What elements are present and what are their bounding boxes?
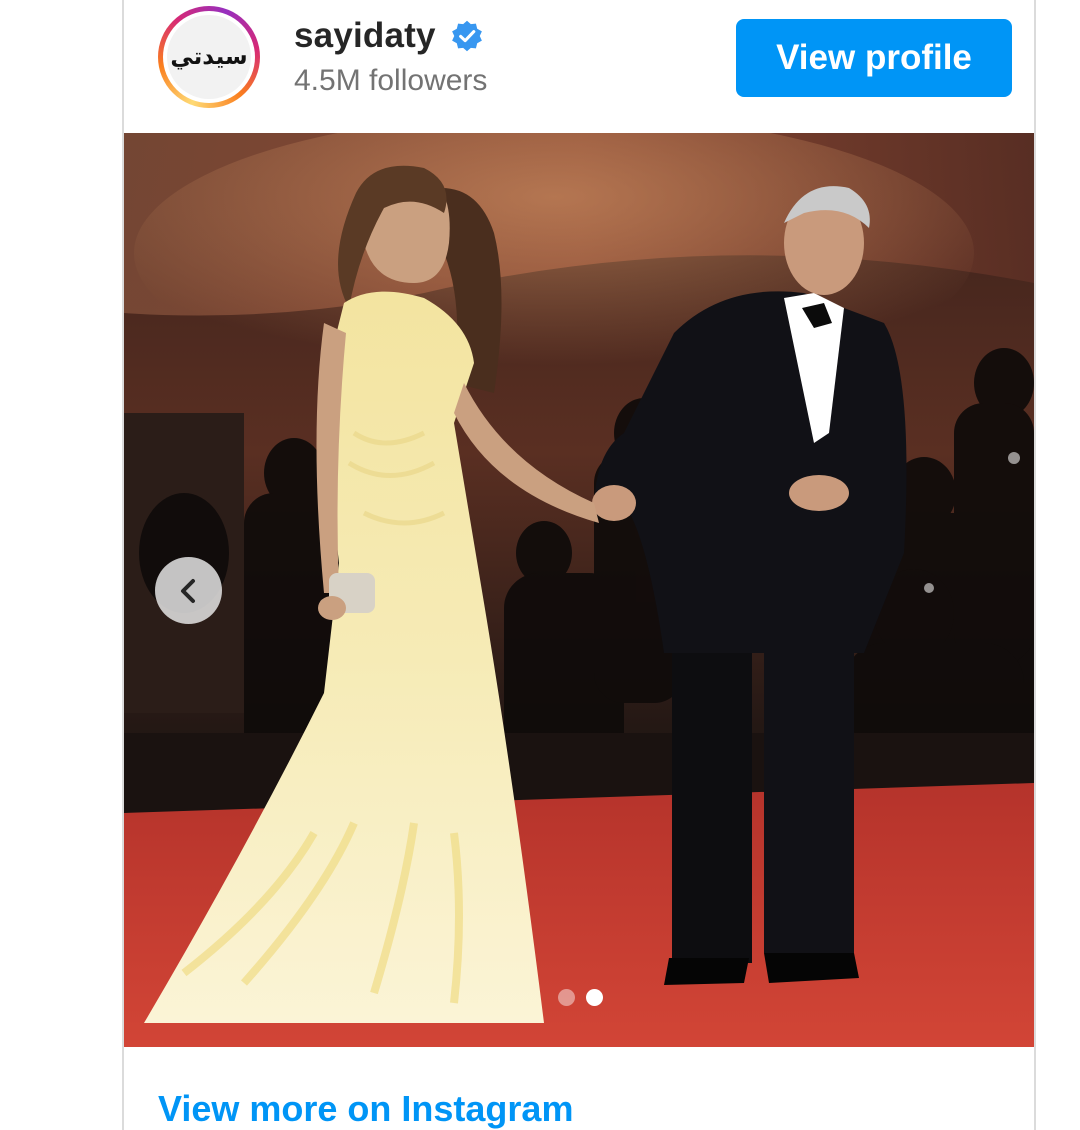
verified-badge-icon (450, 19, 484, 53)
view-more-on-instagram-link[interactable]: View more on Instagram (158, 1088, 573, 1130)
red-carpet-photo (124, 133, 1034, 1047)
username[interactable]: sayidaty (294, 16, 436, 56)
chevron-left-icon (180, 578, 195, 603)
carousel-prev-button[interactable] (155, 557, 222, 624)
post-header: سيدتي sayidaty 4.5M followers View profi… (124, 0, 1034, 133)
carousel-dot-2-active[interactable] (586, 989, 603, 1006)
avatar: سيدتي (167, 15, 251, 99)
view-profile-button[interactable]: View profile (736, 19, 1012, 97)
carousel-indicators (558, 989, 603, 1006)
follower-count: 4.5M followers (294, 64, 488, 97)
post-image[interactable] (124, 133, 1034, 1047)
avatar-logo: سيدتي (170, 44, 248, 70)
carousel-dot-1[interactable] (558, 989, 575, 1006)
avatar-story-ring[interactable]: سيدتي (158, 6, 260, 108)
instagram-embed-card: سيدتي sayidaty 4.5M followers View profi… (122, 0, 1036, 1130)
